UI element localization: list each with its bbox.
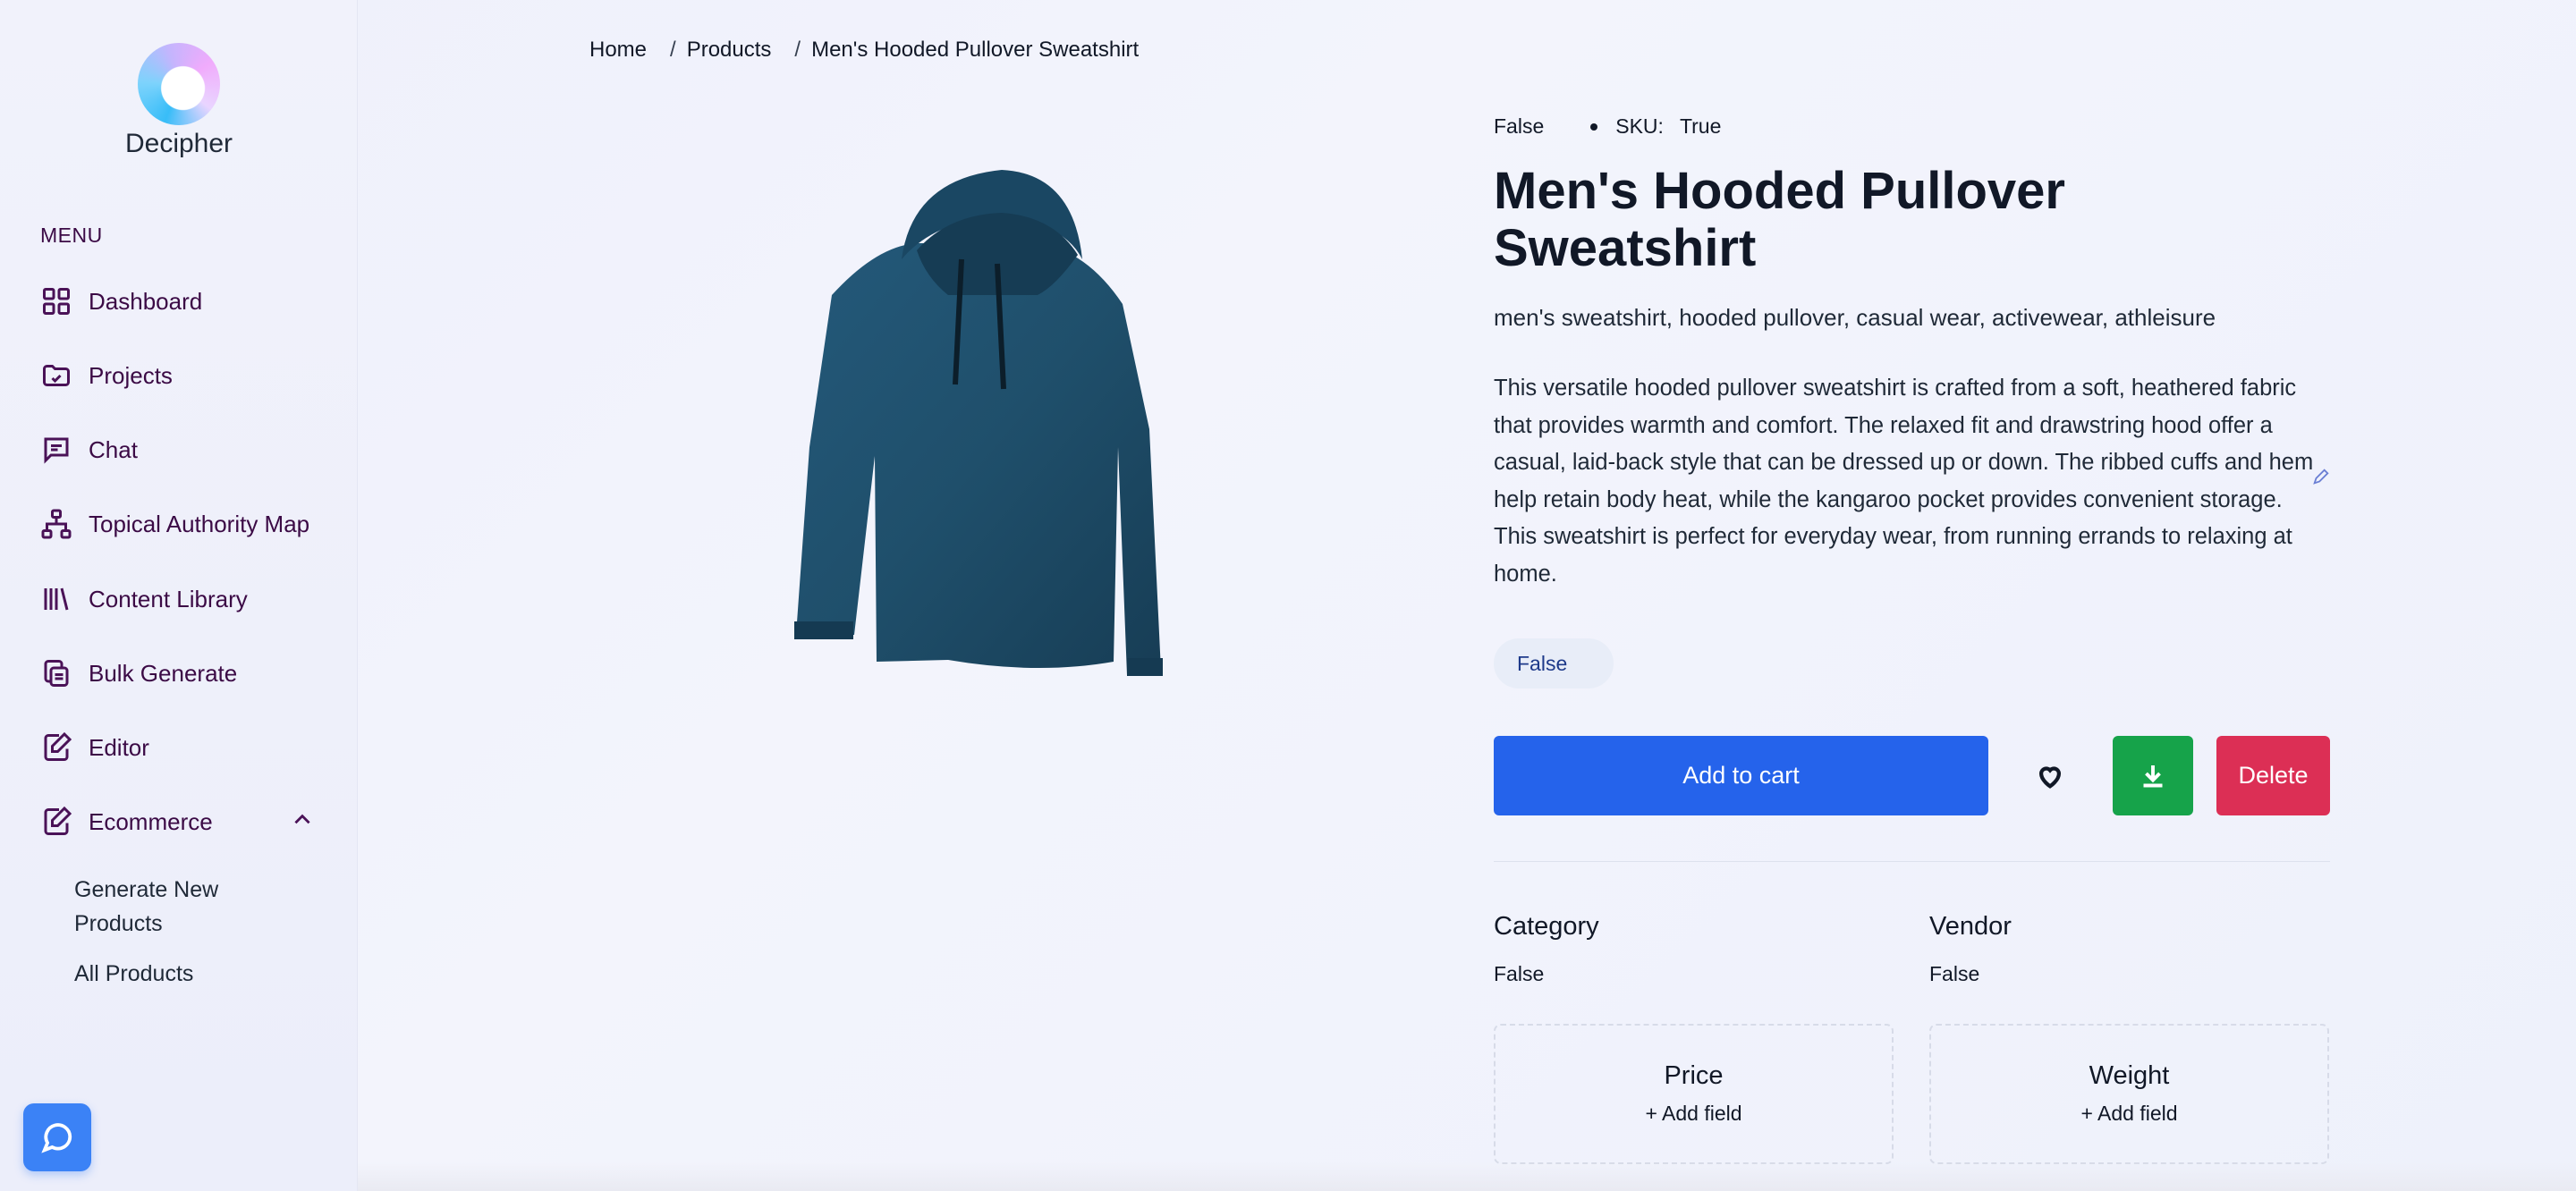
sitemap-icon xyxy=(41,509,72,539)
heart-icon xyxy=(2038,766,2062,789)
wishlist-button[interactable] xyxy=(2014,736,2086,815)
add-to-cart-button[interactable]: Add to cart xyxy=(1494,736,1988,815)
status-text: False xyxy=(1494,114,1545,138)
edit-icon xyxy=(44,731,72,761)
status-badge: False xyxy=(1494,638,1614,688)
sidebar-item-label: Projects xyxy=(89,361,173,389)
sidebar-item-label: Bulk Generate xyxy=(89,659,238,687)
message-circle-icon xyxy=(41,1123,72,1153)
sidebar-item-ecommerce[interactable]: Ecommerce xyxy=(40,801,213,842)
vendor-label: Vendor xyxy=(1929,912,2012,941)
product-meta: False SKU: True xyxy=(1494,114,1721,139)
edit-icon xyxy=(44,806,72,835)
product-image xyxy=(794,170,1163,676)
sidebar-item-label: Topical Authority Map xyxy=(89,510,310,537)
folder-icon xyxy=(43,365,70,386)
bullet-separator xyxy=(1590,122,1598,131)
brand-logo[interactable]: Decipher xyxy=(0,43,358,159)
brand-name: Decipher xyxy=(124,129,233,158)
sidebar-item-label: Ecommerce xyxy=(89,807,213,835)
sidebar-item-content-library[interactable]: Content Library xyxy=(40,579,248,620)
bottom-fade xyxy=(358,1162,2576,1191)
sidebar-subitem-generate-new-products[interactable]: Generate New Products xyxy=(74,873,289,941)
chat-icon xyxy=(44,437,69,464)
sidebar-subitem-all-products[interactable]: All Products xyxy=(74,957,193,991)
download-button[interactable] xyxy=(2113,736,2193,815)
price-field-card: Price + Add field xyxy=(1494,1024,1894,1164)
sidebar-item-dashboard[interactable]: Dashboard xyxy=(40,281,202,322)
grid-icon xyxy=(43,288,70,315)
sku-label: SKU: xyxy=(1615,114,1664,138)
sku-value: True xyxy=(1679,114,1722,138)
chevron-up-icon[interactable] xyxy=(291,808,314,832)
breadcrumb: Home / Products / Men's Hooded Pullover … xyxy=(589,38,1139,63)
copy-icon xyxy=(44,660,69,687)
add-weight-field-link[interactable]: + Add field xyxy=(1931,1102,2327,1126)
sidebar-item-projects[interactable]: Projects xyxy=(40,355,173,396)
breadcrumb-current: Men's Hooded Pullover Sweatshirt xyxy=(811,38,1140,62)
price-label: Price xyxy=(1664,1061,1724,1090)
sidebar-item-label: Chat xyxy=(89,435,138,463)
weight-field-card: Weight + Add field xyxy=(1929,1024,2329,1164)
breadcrumb-products[interactable]: Products xyxy=(687,38,772,63)
chat-widget-button[interactable] xyxy=(23,1103,91,1171)
download-icon xyxy=(2143,764,2163,787)
breadcrumb-separator: / xyxy=(670,38,676,62)
sidebar-item-chat[interactable]: Chat xyxy=(40,429,138,470)
divider xyxy=(1494,861,2330,862)
delete-button[interactable]: Delete xyxy=(2216,736,2330,815)
sidebar-item-editor[interactable]: Editor xyxy=(40,727,149,768)
sidebar-item-topical-authority-map[interactable]: Topical Authority Map xyxy=(40,503,309,545)
sidebar-item-label: Editor xyxy=(89,733,149,761)
category-label: Category xyxy=(1494,912,1599,941)
breadcrumb-separator: / xyxy=(794,38,801,62)
breadcrumb-home[interactable]: Home xyxy=(589,38,647,63)
sidebar-item-bulk-generate[interactable]: Bulk Generate xyxy=(40,653,237,694)
product-description: This versatile hooded pullover sweatshir… xyxy=(1494,376,2314,587)
add-price-field-link[interactable]: + Add field xyxy=(1496,1102,1892,1126)
logo-icon xyxy=(138,43,220,125)
weight-label: Weight xyxy=(2089,1061,2170,1090)
pencil-icon[interactable] xyxy=(2311,467,2331,486)
sidebar-item-label: Dashboard xyxy=(89,287,203,315)
library-icon xyxy=(44,587,69,611)
category-value: False xyxy=(1494,962,1545,985)
product-title: Men's Hooded Pullover Sweatshirt xyxy=(1494,162,2065,277)
sidebar: Decipher MENU Dashboard Projects Chat To… xyxy=(0,0,358,1191)
vendor-value: False xyxy=(1929,962,1980,985)
menu-label: MENU xyxy=(40,224,103,247)
product-tags: men's sweatshirt, hooded pullover, casua… xyxy=(1494,304,2216,331)
sidebar-item-label: Content Library xyxy=(89,585,248,612)
